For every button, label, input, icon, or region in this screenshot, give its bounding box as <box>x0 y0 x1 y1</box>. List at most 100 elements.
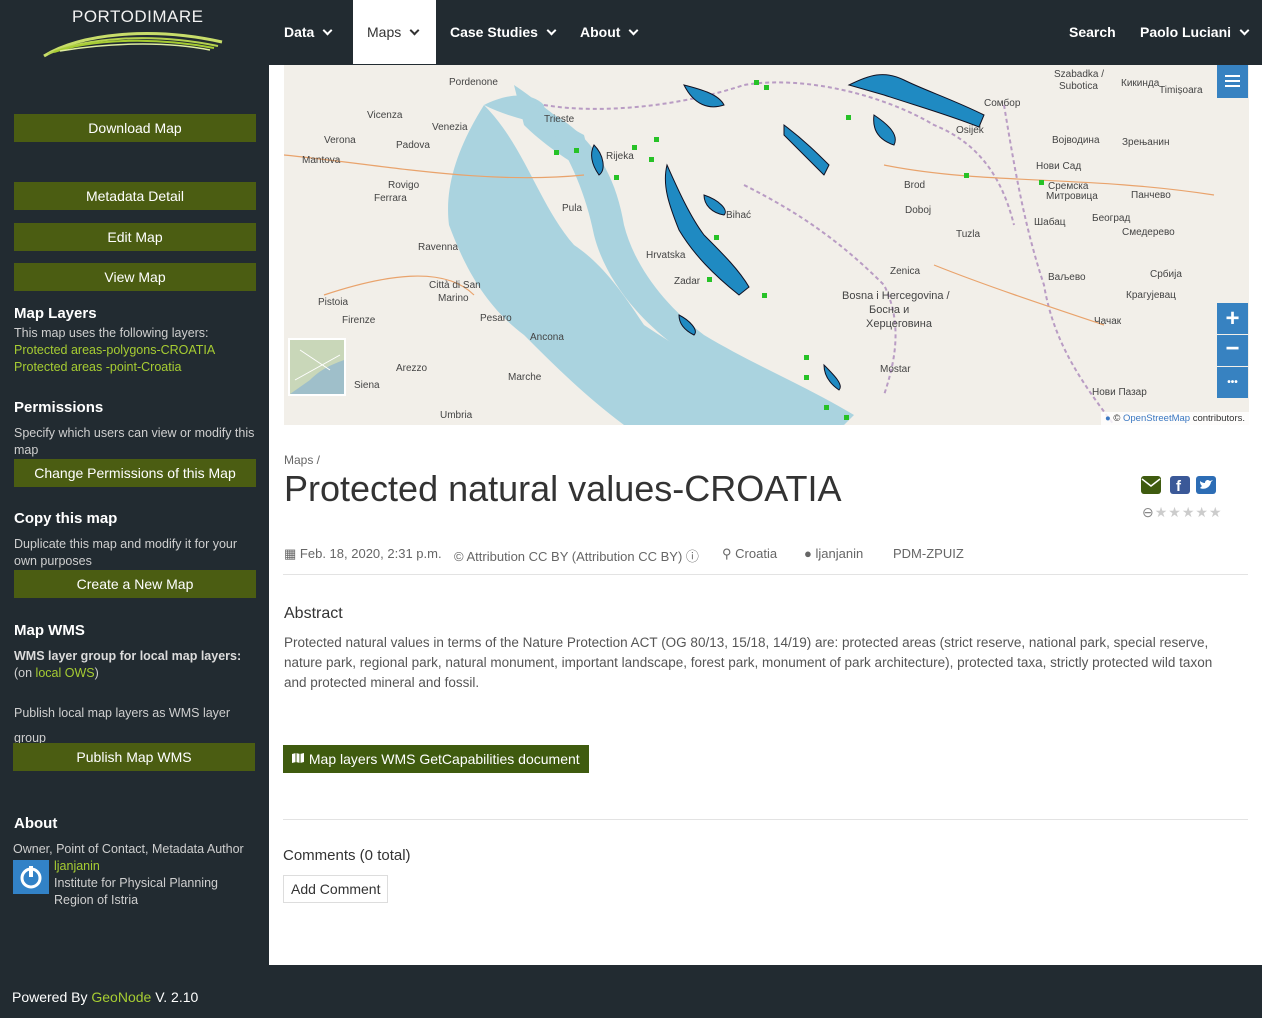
zoom-out-button[interactable]: − <box>1217 335 1248 366</box>
calendar-icon: ▦ <box>284 546 297 561</box>
publish-map-wms-button[interactable]: Publish Map WMS <box>13 743 255 771</box>
meta-license: © Attribution CC BY (Attribution CC BY) … <box>454 546 699 565</box>
twitter-icon <box>1200 479 1213 489</box>
copy-map-heading: Copy this map <box>14 510 118 527</box>
clear-rating-icon[interactable]: ⊖ <box>1142 504 1155 520</box>
footer-version: V. 2.10 <box>151 989 199 1005</box>
zoom-in-button[interactable]: + <box>1217 303 1248 334</box>
edit-map-button[interactable]: Edit Map <box>14 223 256 251</box>
user-name: Paolo Luciani <box>1140 24 1232 40</box>
page-title: Protected natural values-CROATIA <box>284 468 842 509</box>
chevron-down-icon <box>628 25 639 36</box>
svg-text:Zenica: Zenica <box>890 266 920 277</box>
breadcrumb[interactable]: Maps / <box>284 453 320 467</box>
nav-search-label: Search <box>1069 24 1116 40</box>
svg-text:Босна и: Босна и <box>869 304 909 316</box>
openstreetmap-link[interactable]: OpenStreetMap <box>1123 413 1190 424</box>
about-user-link[interactable]: ljanjanin <box>54 858 299 875</box>
svg-text:Hrvatska: Hrvatska <box>646 250 686 261</box>
sidebar: Download Map Metadata Detail Edit Map Vi… <box>0 65 269 965</box>
nav-search[interactable]: Search <box>1055 0 1130 64</box>
info-circle-icon[interactable]: ⓘ <box>686 549 699 564</box>
wms-getcapabilities-button[interactable]: Map layers WMS GetCapabilities document <box>283 745 589 773</box>
wms-on-suffix: ) <box>94 666 99 680</box>
nav-maps-label: Maps <box>367 24 402 40</box>
change-permissions-button[interactable]: Change Permissions of this Map <box>14 459 256 487</box>
local-ows-link[interactable]: local OWS <box>36 666 95 680</box>
map-viewer[interactable]: Pordenone Trieste Venezia Vicenza Verona… <box>284 65 1249 425</box>
svg-text:Brod: Brod <box>904 180 925 191</box>
star-icon[interactable]: ★ <box>1182 504 1196 520</box>
map-marker-icon: ⚲ <box>722 546 732 561</box>
create-new-map-button[interactable]: Create a New Map <box>14 570 256 598</box>
nav-maps[interactable]: Maps <box>353 0 436 64</box>
wms-group-label: WMS layer group for local map layers: <box>14 649 242 663</box>
map-canvas[interactable]: Pordenone Trieste Venezia Vicenza Verona… <box>284 65 1249 425</box>
svg-text:Subotica: Subotica <box>1059 81 1098 92</box>
svg-text:Смедерево: Смедерево <box>1122 227 1175 238</box>
nav-data[interactable]: Data <box>270 0 345 64</box>
twitter-share-button[interactable] <box>1196 476 1216 494</box>
wave-logo-icon <box>43 32 223 58</box>
nav-user-menu[interactable]: Paolo Luciani <box>1126 0 1262 64</box>
svg-text:Ваљево: Ваљево <box>1048 272 1086 283</box>
layer-link[interactable]: Protected areas -point-Croatia <box>14 359 259 376</box>
svg-text:Кикинда: Кикинда <box>1121 78 1160 89</box>
nav-about[interactable]: About <box>566 0 651 64</box>
svg-text:Војводина: Војводина <box>1052 135 1100 146</box>
geonode-link[interactable]: GeoNode <box>91 989 151 1005</box>
star-icon[interactable]: ★ <box>1168 504 1182 520</box>
about-heading: About <box>14 815 58 832</box>
meta-license-value[interactable]: Attribution CC BY (Attribution CC BY) <box>467 549 683 564</box>
svg-text:Pordenone: Pordenone <box>449 77 498 88</box>
envelope-icon <box>1141 478 1161 491</box>
meta-category[interactable]: PDM-ZPUIZ <box>893 546 964 561</box>
user-icon: ● <box>804 546 812 561</box>
view-map-button[interactable]: View Map <box>14 263 256 291</box>
nav-case-studies[interactable]: Case Studies <box>436 0 569 64</box>
map-layers-intro: This map uses the following layers: <box>14 326 209 340</box>
wms-on-prefix: (on <box>14 666 36 680</box>
chevron-down-icon <box>1239 25 1250 36</box>
star-icon[interactable]: ★ <box>1155 504 1169 520</box>
footer-text: Powered By GeoNode V. 2.10 <box>12 989 198 1005</box>
email-share-button[interactable] <box>1141 476 1161 494</box>
map-layers-heading: Map Layers <box>14 305 97 322</box>
svg-text:Umbria: Umbria <box>440 410 473 421</box>
svg-text:Firenze: Firenze <box>342 315 376 326</box>
layer-link[interactable]: Protected areas-polygons-CROATIA <box>14 342 259 359</box>
download-map-button[interactable]: Download Map <box>14 114 256 142</box>
star-icon[interactable]: ★ <box>1195 504 1209 520</box>
star-icon[interactable]: ★ <box>1209 504 1223 520</box>
map-icon <box>291 751 309 767</box>
permissions-text: Specify which users can view or modify t… <box>14 426 255 457</box>
meta-date-value: Feb. 18, 2020, 2:31 p.m. <box>299 546 442 561</box>
portodimare-logo[interactable]: PORTODIMARE <box>40 0 230 65</box>
metadata-detail-button[interactable]: Metadata Detail <box>14 182 256 210</box>
comments-heading: Comments (0 total) <box>283 847 411 864</box>
info-icon[interactable]: ● <box>1105 413 1111 424</box>
svg-text:Зрењанин: Зрењанин <box>1122 137 1169 148</box>
svg-text:Херцеговина: Херцеговина <box>866 318 933 330</box>
svg-text:Rovigo: Rovigo <box>388 180 420 191</box>
svg-text:Bihać: Bihać <box>726 210 751 221</box>
rating-widget[interactable]: ⊖★★★★★ <box>1142 504 1223 521</box>
svg-text:Venezia: Venezia <box>432 122 468 133</box>
meta-owner: ● ljanjanin <box>804 546 863 561</box>
svg-text:Нови Пазар: Нови Пазар <box>1092 387 1147 398</box>
avatar[interactable] <box>13 860 49 894</box>
add-comment-button[interactable]: Add Comment <box>283 875 389 903</box>
nav-about-label: About <box>580 24 621 40</box>
map-more-button[interactable]: ••• <box>1217 367 1248 398</box>
basemap-switcher[interactable] <box>288 338 346 396</box>
copy-map-text: Duplicate this map and modify it for you… <box>14 537 238 568</box>
svg-text:Vicenza: Vicenza <box>367 110 403 121</box>
meta-region-value[interactable]: Croatia <box>735 546 777 561</box>
svg-text:Arezzo: Arezzo <box>396 363 428 374</box>
svg-text:Митровица: Митровица <box>1046 191 1098 202</box>
facebook-share-button[interactable]: f <box>1170 476 1190 495</box>
meta-owner-value[interactable]: ljanjanin <box>815 546 863 561</box>
map-menu-button[interactable] <box>1217 65 1248 98</box>
svg-text:Београд: Београд <box>1092 213 1130 224</box>
svg-text:Сомбор: Сомбор <box>984 97 1021 109</box>
